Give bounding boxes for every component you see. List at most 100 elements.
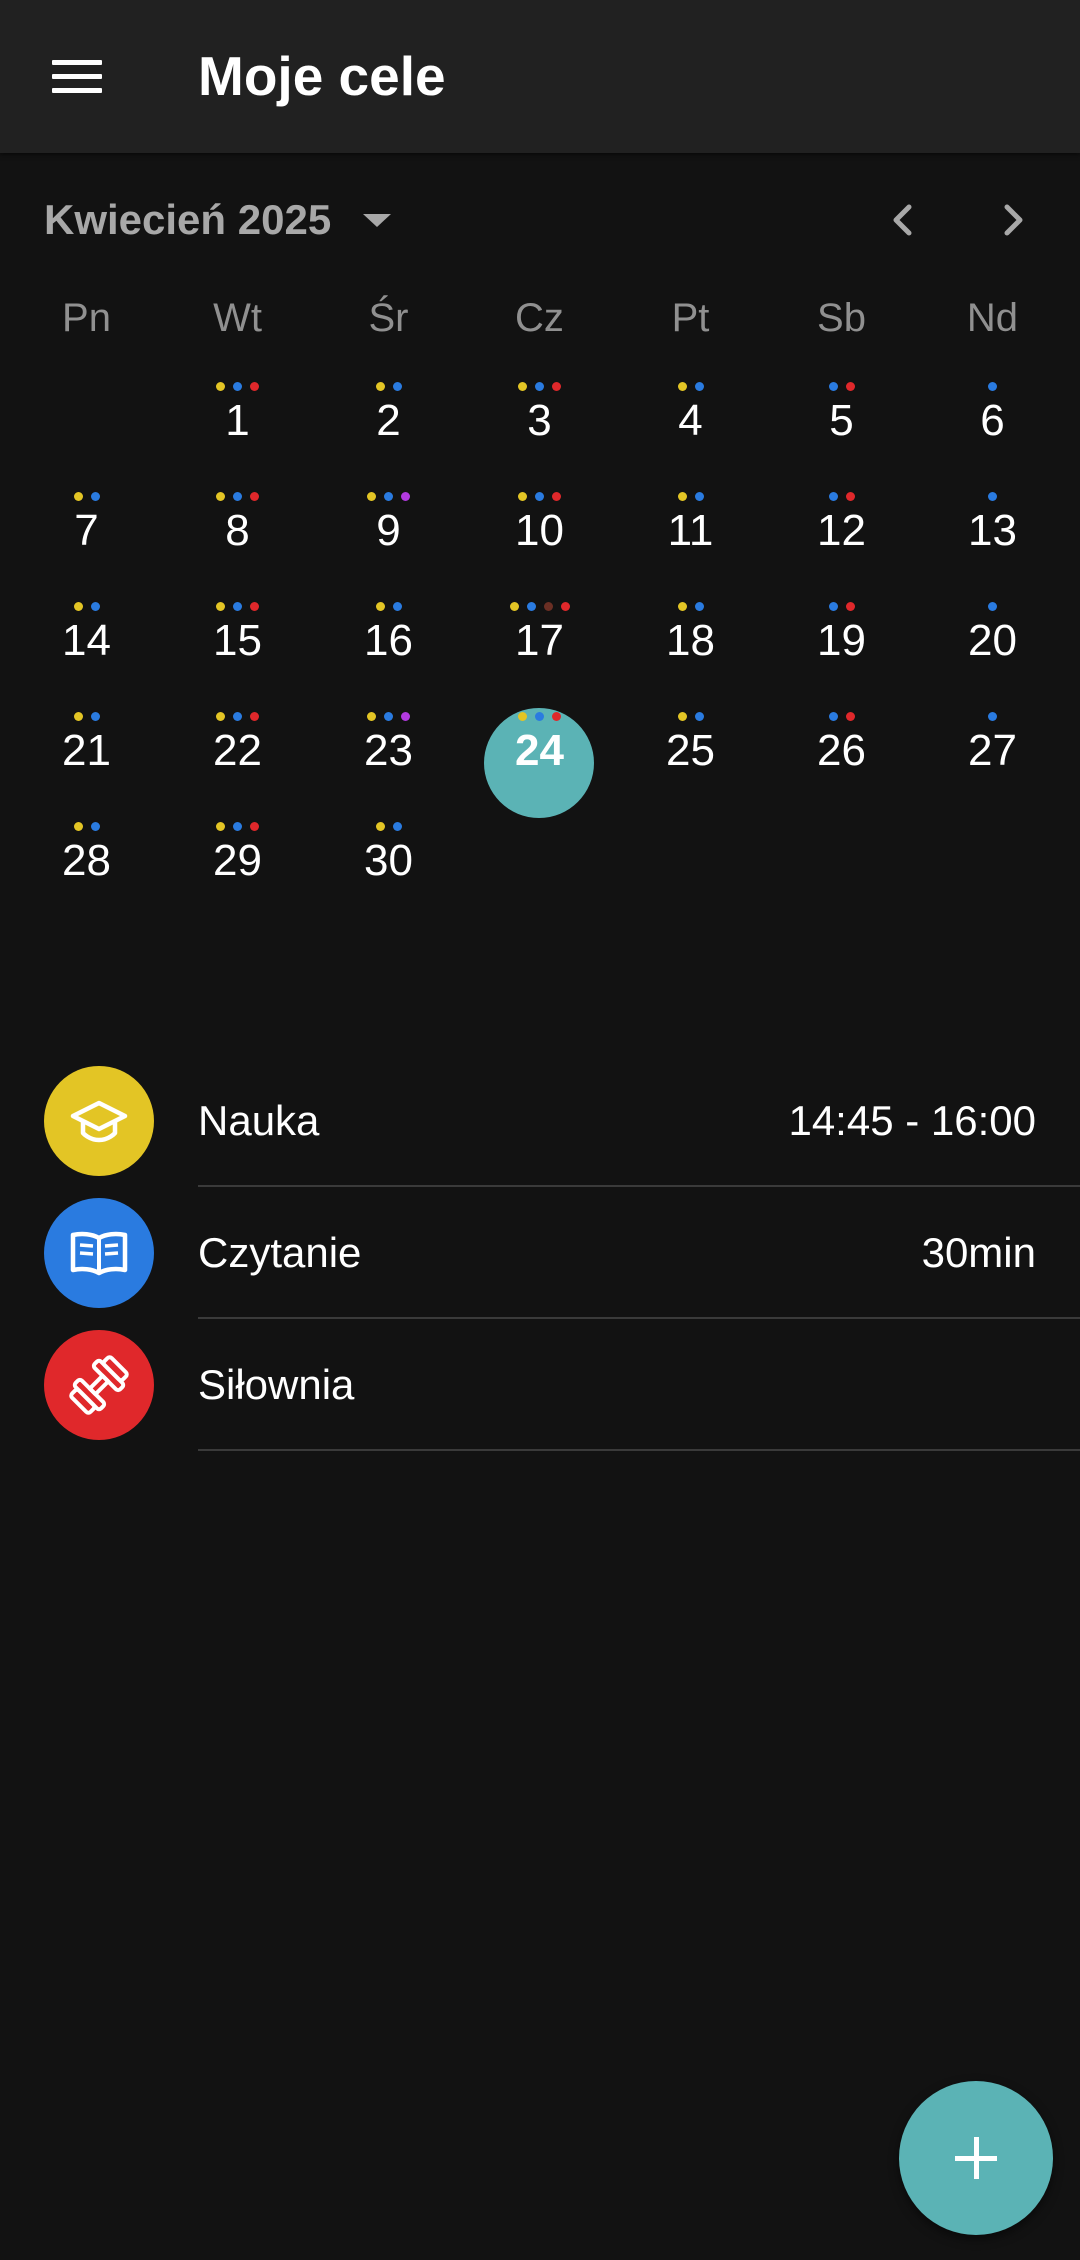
calendar-day-10[interactable]: 10 (464, 490, 615, 600)
calendar-day-14[interactable]: 14 (11, 600, 162, 710)
calendar-day-23[interactable]: 23 (313, 710, 464, 820)
calendar-day-25[interactable]: 25 (615, 710, 766, 820)
calendar-day-26[interactable]: 26 (766, 710, 917, 820)
calendar-day-17[interactable]: 17 (464, 600, 615, 710)
calendar-day-3[interactable]: 3 (464, 380, 615, 490)
goal-dot (509, 602, 519, 611)
calendar-day-24[interactable]: 24 (464, 708, 615, 820)
goal-dot (845, 602, 855, 611)
goal-dot (677, 382, 687, 391)
calendar-day-19[interactable]: 19 (766, 600, 917, 710)
weekday-header: Wt (213, 296, 262, 340)
day-number: 17 (515, 616, 564, 665)
day-number: 27 (968, 726, 1017, 775)
goal-dot (216, 822, 225, 831)
calendar-day-2[interactable]: 2 (313, 380, 464, 490)
add-goal-button[interactable] (899, 2081, 1053, 2235)
goal-indicator-dots (615, 380, 766, 392)
goal-dot (543, 602, 553, 611)
goal-dot (233, 712, 242, 721)
goal-item-silownia[interactable]: Siłownia (0, 1319, 1080, 1451)
menu-icon[interactable] (28, 36, 126, 116)
calendar-day-28[interactable]: 28 (11, 820, 162, 930)
calendar-day-20[interactable]: 20 (917, 600, 1068, 710)
divider (198, 1449, 1080, 1451)
goal-indicator-dots (162, 820, 313, 832)
goal-dot (518, 382, 527, 391)
calendar-day-21[interactable]: 21 (11, 710, 162, 820)
goal-dot (216, 382, 225, 391)
goal-indicator-dots (162, 380, 313, 392)
goal-dot (694, 492, 704, 501)
app-bar: Moje cele (0, 0, 1080, 153)
goal-dot (90, 822, 100, 831)
calendar-day-6[interactable]: 6 (917, 380, 1068, 490)
goal-dot (535, 492, 544, 501)
goal-indicator-dots (615, 600, 766, 612)
day-number: 21 (62, 726, 111, 775)
goal-dot (384, 712, 393, 721)
goal-dot (535, 382, 544, 391)
goal-time: 14:45 - 16:00 (788, 1097, 1036, 1144)
goal-item-czytanie[interactable]: Czytanie 30min (0, 1187, 1080, 1319)
plus-icon-stroke (974, 2137, 979, 2179)
goal-dot (392, 382, 402, 391)
goal-indicator-dots (313, 820, 464, 832)
day-number: 5 (829, 396, 854, 445)
goal-dot (233, 382, 242, 391)
previous-month-button[interactable] (868, 185, 938, 255)
calendar-day-7[interactable]: 7 (11, 490, 162, 600)
goal-item-nauka[interactable]: Nauka 14:45 - 16:00 (0, 1055, 1080, 1187)
day-number: 22 (213, 726, 262, 775)
goal-dot (988, 382, 997, 391)
month-dropdown[interactable]: Kwiecień 2025 (44, 185, 392, 255)
goal-dot (560, 602, 570, 611)
goal-dot (988, 602, 997, 611)
goal-indicator-dots (313, 380, 464, 392)
open-book-icon (70, 1231, 128, 1276)
goal-dot (828, 492, 838, 501)
goal-indicator-dots (766, 490, 917, 502)
goal-dot (552, 712, 561, 721)
calendar-day-12[interactable]: 12 (766, 490, 917, 600)
calendar-day-13[interactable]: 13 (917, 490, 1068, 600)
calendar-day-18[interactable]: 18 (615, 600, 766, 710)
goal-indicator-dots (917, 380, 1068, 392)
month-label: Kwiecień 2025 (44, 196, 332, 243)
calendar-day-5[interactable]: 5 (766, 380, 917, 490)
calendar-day-4[interactable]: 4 (615, 380, 766, 490)
calendar-day-22[interactable]: 22 (162, 710, 313, 820)
weekday-header: Pt (671, 296, 710, 340)
goal-name: Nauka (198, 1097, 320, 1144)
calendar-day-29[interactable]: 29 (162, 820, 313, 930)
goal-dot (216, 602, 225, 611)
calendar-day-30[interactable]: 30 (313, 820, 464, 930)
month-bar: Kwiecień 2025 (0, 185, 1080, 255)
goal-indicator-dots (313, 490, 464, 502)
goal-dot (526, 602, 536, 611)
calendar-day-1[interactable]: 1 (162, 380, 313, 490)
calendar-day-8[interactable]: 8 (162, 490, 313, 600)
goal-dot (988, 712, 997, 721)
goal-indicator-dots (162, 490, 313, 502)
goal-dot (250, 492, 259, 501)
calendar-day-27[interactable]: 27 (917, 710, 1068, 820)
next-month-button[interactable] (978, 185, 1048, 255)
calendar-day-9[interactable]: 9 (313, 490, 464, 600)
calendar-day-16[interactable]: 16 (313, 600, 464, 710)
goal-dot (367, 712, 376, 721)
calendar-day-15[interactable]: 15 (162, 600, 313, 710)
goal-dot (401, 712, 410, 721)
goal-dot (694, 712, 704, 721)
day-number: 23 (364, 726, 413, 775)
goal-name: Czytanie (198, 1229, 362, 1276)
weekday-header: Cz (515, 296, 564, 340)
goal-time: 30min (921, 1229, 1036, 1276)
goal-dot (233, 602, 242, 611)
calendar-day-11[interactable]: 11 (615, 490, 766, 600)
goal-dot (694, 382, 704, 391)
goal-indicator-dots (162, 600, 313, 612)
goal-indicator-dots (464, 490, 615, 502)
goal-dot (384, 492, 393, 501)
weekday-header: Nd (966, 296, 1019, 340)
